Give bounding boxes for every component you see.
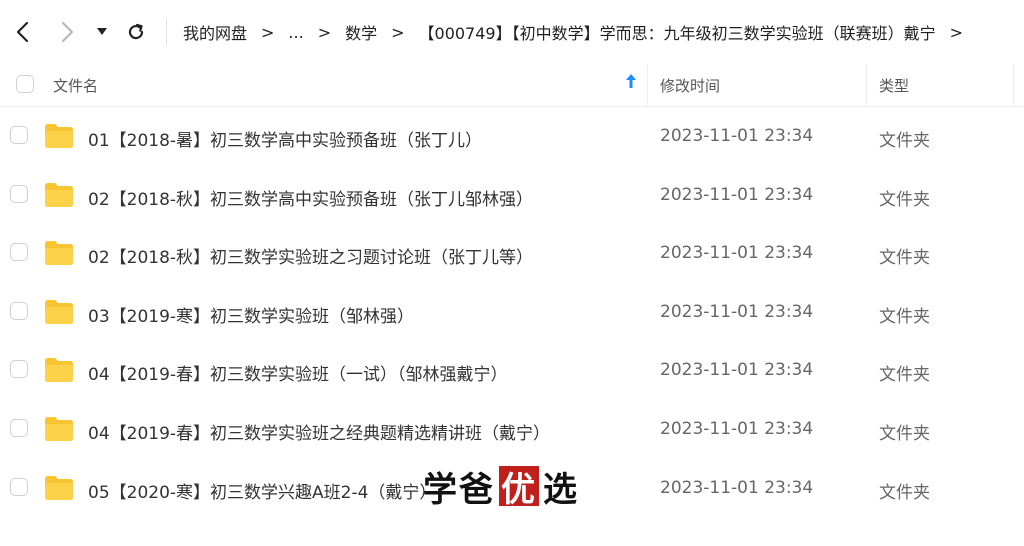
table-row[interactable]: 02【2018-秋】初三数学高中实验预备班（张丁儿邹林强） 2023-11-01 … [0,166,1024,225]
breadcrumb-item-math[interactable]: 数学 [345,20,377,44]
file-name[interactable]: 02【2018-秋】初三数学实验班之习题讨论班（张丁儿等） [88,243,533,268]
file-name[interactable]: 04【2019-春】初三数学实验班（一试）（邹林强戴宁） [88,360,508,385]
modified-time: 2023-11-01 23:34 [660,360,814,381]
modified-time: 2023-11-01 23:34 [660,243,814,264]
table-row[interactable]: 03【2019-寒】初三数学实验班（邹林强） 2023-11-01 23:34 文件… [0,283,1024,342]
watermark-seal: 优 [499,466,539,510]
folder-icon [44,240,74,270]
folder-icon [44,123,74,153]
row-checkbox[interactable] [10,243,28,262]
table-row[interactable]: 02【2018-秋】初三数学实验班之习题讨论班（张丁儿等） 2023-11-01 … [0,224,1024,283]
modified-time: 2023-11-01 23:34 [660,184,814,205]
watermark-logo: 学爸 优 选 [423,464,579,510]
row-checkbox[interactable] [10,477,28,496]
column-header-type[interactable]: 类型 [879,75,909,96]
modified-time: 2023-11-01 23:34 [660,126,814,146]
column-header-name[interactable]: 文件名 [53,75,98,96]
select-all-checkbox[interactable] [16,75,34,93]
caret-down-icon [97,28,107,35]
file-name[interactable]: 05【2020-寒】初三数学兴趣A班2-4（戴宁） [88,478,436,503]
breadcrumb-item-current[interactable]: 【000749】【初中数学】学而思：九年级初三数学实验班（联赛班）戴宁 [419,20,936,44]
refresh-button[interactable] [120,16,152,48]
file-name[interactable]: 04【2019-春】初三数学实验班之经典题精选精讲班（戴宁） [88,419,550,444]
watermark-text: 选 [543,469,579,510]
toolbar: 我的网盘 > ... > 数学 > 【000749】【初中数学】学而思：九年级初… [0,0,1024,64]
modified-time: 2023-11-01 23:34 [660,477,814,498]
modified-time: 2023-11-01 23:34 [660,418,814,439]
file-list: 01【2018-暑】初三数学高中实验预备班（张丁儿） 2023-11-01 23:… [0,107,1024,517]
row-checkbox[interactable] [10,184,28,203]
arrow-left-icon [16,21,29,43]
folder-icon [44,182,74,212]
file-name[interactable]: 02【2018-秋】初三数学高中实验预备班（张丁儿邹林强） [88,185,533,210]
history-dropdown-button[interactable] [86,16,118,48]
modified-time: 2023-11-01 23:34 [660,301,814,322]
file-type: 文件夹 [879,423,930,444]
file-type: 文件夹 [879,189,930,210]
file-type: 文件夹 [879,365,930,386]
row-checkbox[interactable] [10,418,28,437]
folder-icon [44,299,74,329]
row-checkbox[interactable] [10,301,28,320]
folder-icon [44,475,74,505]
watermark-text: 学爸 [423,469,495,510]
breadcrumb-separator: > [317,22,332,42]
table-row[interactable]: 04【2019-春】初三数学实验班（一试）（邹林强戴宁） 2023-11-01 2… [0,341,1024,400]
column-divider[interactable] [866,64,867,106]
table-row[interactable]: 01【2018-暑】初三数学高中实验预备班（张丁儿） 2023-11-01 23:… [0,107,1024,166]
table-row[interactable]: 04【2019-春】初三数学实验班之经典题精选精讲班（戴宁） 2023-11-01… [0,400,1024,459]
file-type: 文件夹 [879,248,930,269]
breadcrumb-separator: > [391,22,405,42]
forward-button[interactable] [52,16,84,48]
folder-icon [44,357,74,387]
column-divider[interactable] [1013,64,1014,106]
toolbar-divider [166,18,167,46]
arrow-right-icon [61,21,74,43]
column-divider[interactable] [647,64,648,106]
column-header-time[interactable]: 修改时间 [660,75,720,96]
refresh-icon [128,23,144,40]
file-name[interactable]: 01【2018-暑】初三数学高中实验预备班（张丁儿） [88,126,482,151]
row-checkbox[interactable] [10,360,28,379]
file-name[interactable]: 03【2019-寒】初三数学实验班（邹林强） [88,302,414,327]
file-type: 文件夹 [879,131,930,151]
file-type: 文件夹 [879,482,930,503]
breadcrumb: 我的网盘 > ... > 数学 > 【000749】【初中数学】学而思：九年级初… [183,20,977,44]
breadcrumb-separator: > [261,22,275,42]
table-header: 文件名 修改时间 类型 [0,64,1024,107]
breadcrumb-item-root[interactable]: 我的网盘 [183,20,247,44]
breadcrumb-separator: > [949,22,964,42]
sort-ascending-button[interactable] [625,73,637,93]
back-button[interactable] [6,16,38,48]
breadcrumb-item-ellipsis[interactable]: ... [288,23,303,42]
arrow-up-icon [626,74,636,88]
row-checkbox[interactable] [10,126,28,144]
file-type: 文件夹 [879,306,930,327]
folder-icon [44,416,74,446]
